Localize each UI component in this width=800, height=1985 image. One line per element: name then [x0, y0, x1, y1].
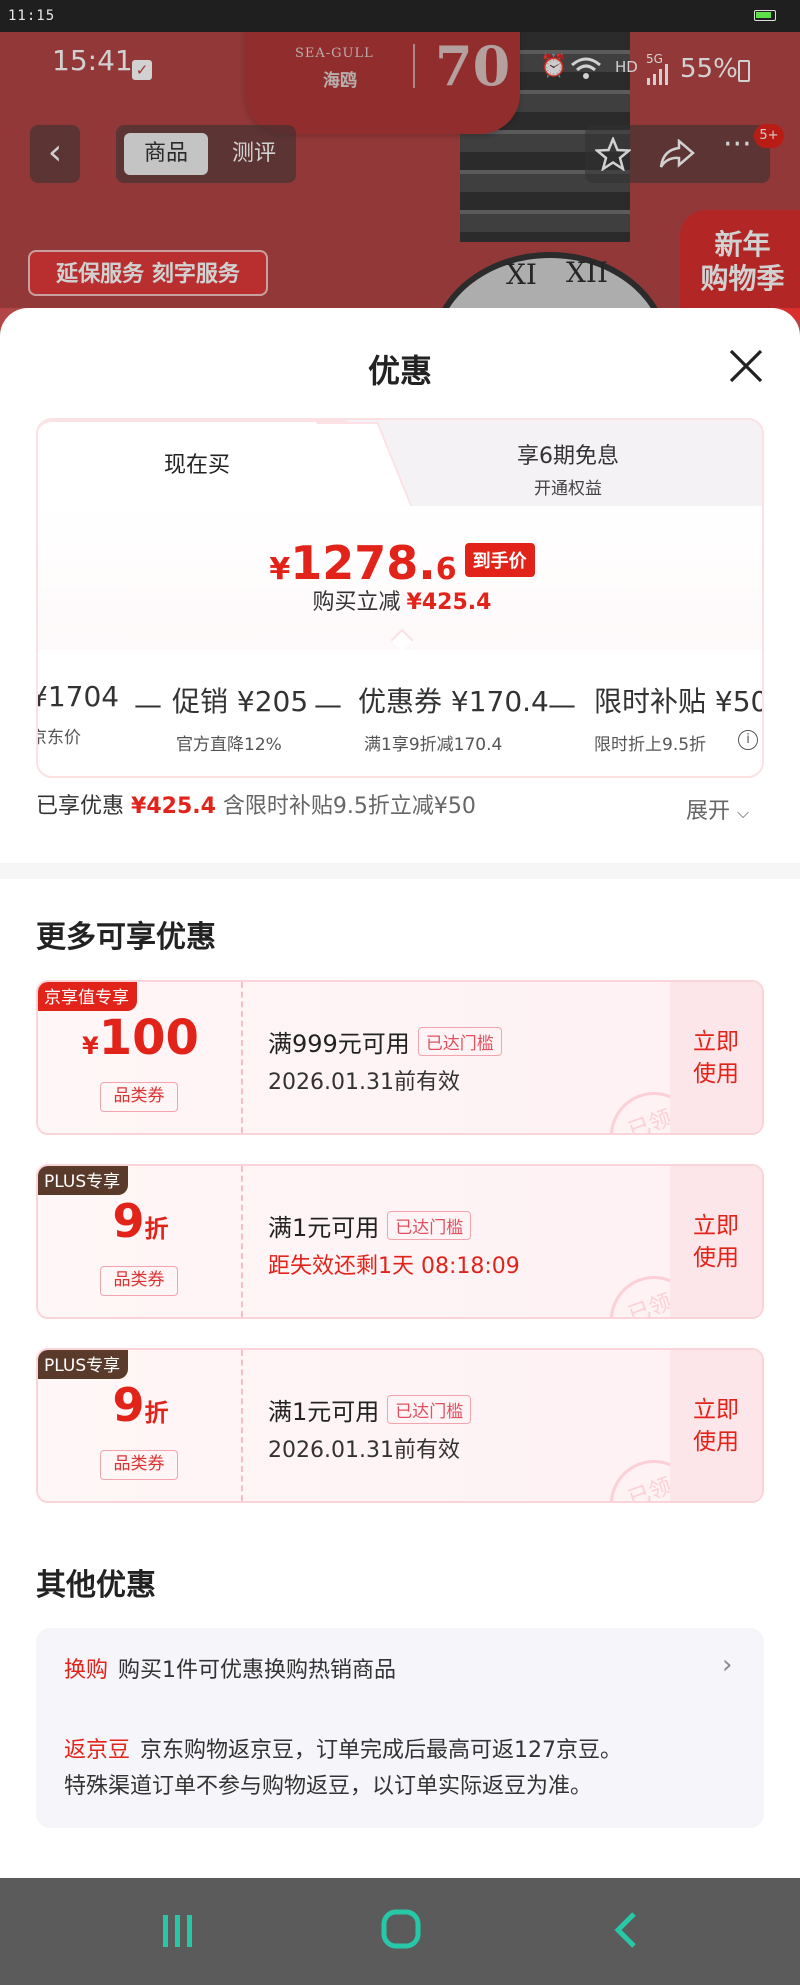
coupon-value-area: PLUS专享 9折 品类券: [38, 1166, 243, 1317]
coupon-kind: 品类券: [100, 1266, 178, 1296]
enjoyed-label: 已享优惠: [36, 794, 125, 819]
minus-sign: —: [314, 688, 342, 721]
final-price-currency: ¥: [269, 552, 291, 587]
discount-sheet: 优惠 享6期免息 开通权益 现在买 ¥1278.6 到手价 购买立减 ¥425.4 …: [0, 308, 800, 1878]
enjoyed-desc: 含限时补贴9.5折立减¥50: [222, 794, 476, 819]
coupon-kind: 品类券: [100, 1082, 178, 1112]
system-nav-bar: [0, 1878, 800, 1985]
close-icon[interactable]: [728, 348, 764, 384]
coupon-value-area: PLUS专享 9折 品类券: [38, 1350, 243, 1501]
chevron-right-icon[interactable]: ›: [722, 1650, 732, 1680]
price-tabs: 享6期免息 开通权益 现在买: [38, 420, 762, 506]
trade-in-text: 购买1件可优惠换购热销商品: [118, 1658, 397, 1683]
home-icon[interactable]: [380, 1908, 422, 1950]
final-price-decimal: 6: [435, 552, 457, 587]
coupon-tag: 京享值专享: [38, 982, 137, 1011]
tab-installment-label: 享6期免息: [517, 444, 619, 469]
tab-buy-now[interactable]: 现在买: [38, 420, 356, 506]
coupon-value: 100: [98, 1010, 199, 1066]
coupon-amount: 9折: [38, 1194, 243, 1248]
use-now-button[interactable]: 立即 使用: [670, 982, 762, 1133]
breakdown-item: ¥1704 京东价: [36, 680, 120, 748]
use-now-button[interactable]: 立即 使用: [670, 1166, 762, 1317]
coupon-countdown: 距失效还剩1天 08:18:09: [268, 1254, 520, 1279]
coupon-card: PLUS专享 9折 品类券 满1元可用 已达门槛 距失效还剩1天 08:18:09…: [36, 1164, 764, 1319]
tab-installment-sub: 开通权益: [534, 479, 602, 499]
minus-sign: —: [134, 688, 162, 721]
breakdown-item: 促销 ¥205 官方直降12%: [172, 680, 308, 755]
jd-beans-note: 特殊渠道订单不参与购物返豆，以订单实际返豆为准。: [64, 1774, 593, 1799]
final-price: ¥1278.6 到手价: [38, 536, 762, 590]
coupon-amount: ¥100: [38, 1010, 243, 1066]
sheet-title: 优惠: [367, 352, 432, 390]
coupon-card: 京享值专享 ¥100 品类券 满999元可用 已达门槛 2026.01.31前有效…: [36, 980, 764, 1135]
jd-beans-label: 返京豆: [64, 1738, 131, 1763]
section-divider: [0, 863, 800, 879]
coupon-condition-text: 满1元可用: [268, 1398, 380, 1426]
tab-buy-now-label: 现在买: [163, 453, 230, 478]
coupon-validity: 2026.01.31前有效: [268, 1070, 460, 1095]
coupon-condition: 满1元可用 已达门槛: [268, 1392, 472, 1427]
purchase-reduction: 购买立减 ¥425.4: [38, 584, 762, 616]
coupon-unit: 折: [144, 1399, 169, 1427]
price-card: 享6期免息 开通权益 现在买 ¥1278.6 到手价 购买立减 ¥425.4 ¥17…: [36, 418, 764, 778]
breakdown-amount: ¥1704: [36, 680, 120, 713]
coupon-condition-text: 满999元可用: [268, 1030, 410, 1058]
use-now-button[interactable]: 立即 使用: [670, 1350, 762, 1501]
final-price-integer: 1278.: [290, 536, 436, 590]
coupon-value: 9: [112, 1378, 145, 1432]
enjoyed-discount: 已享优惠 ¥425.4 含限时补贴9.5折立减¥50: [36, 788, 764, 838]
use-now-label: 立即: [693, 1397, 739, 1423]
threshold-reached-badge: 已达门槛: [387, 1395, 472, 1424]
reduction-label: 购买立减: [312, 590, 401, 615]
trade-in-row[interactable]: 换购 购买1件可优惠换购热销商品: [64, 1652, 744, 1684]
threshold-reached-badge: 已达门槛: [387, 1211, 472, 1240]
coupon-tag: PLUS专享: [38, 1350, 129, 1379]
use-now-label: 使用: [693, 1245, 739, 1271]
coupon-condition: 满1元可用 已达门槛: [268, 1208, 472, 1243]
coupon-value: 9: [112, 1194, 145, 1248]
price-breakdown: ¥1704 京东价 — 促销 ¥205 官方直降12% — 优惠券 ¥170.4 满1…: [36, 650, 764, 776]
more-discounts-title: 更多可享优惠: [36, 920, 216, 955]
use-now-label: 使用: [693, 1061, 739, 1087]
coupon-amount: 9折: [38, 1378, 243, 1432]
coupon-card: PLUS专享 9折 品类券 满1元可用 已达门槛 2026.01.31前有效 已领…: [36, 1348, 764, 1503]
minus-sign: —: [548, 688, 576, 721]
enjoyed-value: ¥425.4: [131, 794, 216, 819]
breakdown-item: 优惠券 ¥170.4 满1享9折减170.4: [358, 680, 549, 755]
coupon-unit: 折: [144, 1215, 169, 1243]
final-price-tag: 到手价: [464, 543, 535, 577]
coupon-condition: 满999元可用 已达门槛: [268, 1024, 502, 1059]
coupon-currency: ¥: [82, 1032, 99, 1060]
reduction-value: ¥425.4: [406, 590, 492, 615]
chevron-down-icon: ⌵: [737, 803, 750, 822]
breakdown-amount: 限时补贴 ¥50: [594, 685, 764, 718]
coupon-tag: PLUS专享: [38, 1166, 129, 1195]
modal-scrim[interactable]: [0, 32, 800, 308]
coupon-condition-text: 满1元可用: [268, 1214, 380, 1242]
recent-apps-icon[interactable]: [160, 1912, 196, 1950]
coupon-kind: 品类券: [100, 1450, 178, 1480]
threshold-reached-badge: 已达门槛: [417, 1027, 502, 1056]
breakdown-sub: 京东价: [38, 728, 81, 748]
other-discounts-title: 其他优惠: [36, 1568, 156, 1603]
back-nav-icon[interactable]: [612, 1910, 640, 1950]
expand-button[interactable]: 展开 ⌵: [686, 793, 749, 825]
expand-label: 展开: [686, 799, 731, 824]
other-discounts: 换购 购买1件可优惠换购热销商品 › 返京豆 京东购物返京豆，订单完成后最高可返12…: [36, 1628, 764, 1828]
jd-beans-row: 返京豆 京东购物返京豆，订单完成后最高可返127京豆。: [64, 1732, 754, 1764]
coupon-value-area: 京享值专享 ¥100 品类券: [38, 982, 243, 1133]
coupon-validity: 2026.01.31前有效: [268, 1438, 460, 1463]
breakdown-amount: 优惠券 ¥170.4: [358, 685, 549, 718]
info-icon[interactable]: i: [738, 730, 758, 750]
trade-in-label: 换购: [64, 1658, 109, 1683]
breakdown-sub: 满1享9折减170.4: [364, 735, 503, 755]
breakdown-sub: 官方直降12%: [176, 735, 282, 755]
use-now-label: 立即: [693, 1029, 739, 1055]
use-now-label: 使用: [693, 1429, 739, 1455]
jd-beans-text: 京东购物返京豆，订单完成后最高可返127京豆。: [140, 1738, 623, 1763]
breakdown-amount: 促销 ¥205: [172, 685, 309, 718]
use-now-label: 立即: [693, 1213, 739, 1239]
tab-installment[interactable]: 享6期免息 开通权益: [398, 438, 738, 499]
